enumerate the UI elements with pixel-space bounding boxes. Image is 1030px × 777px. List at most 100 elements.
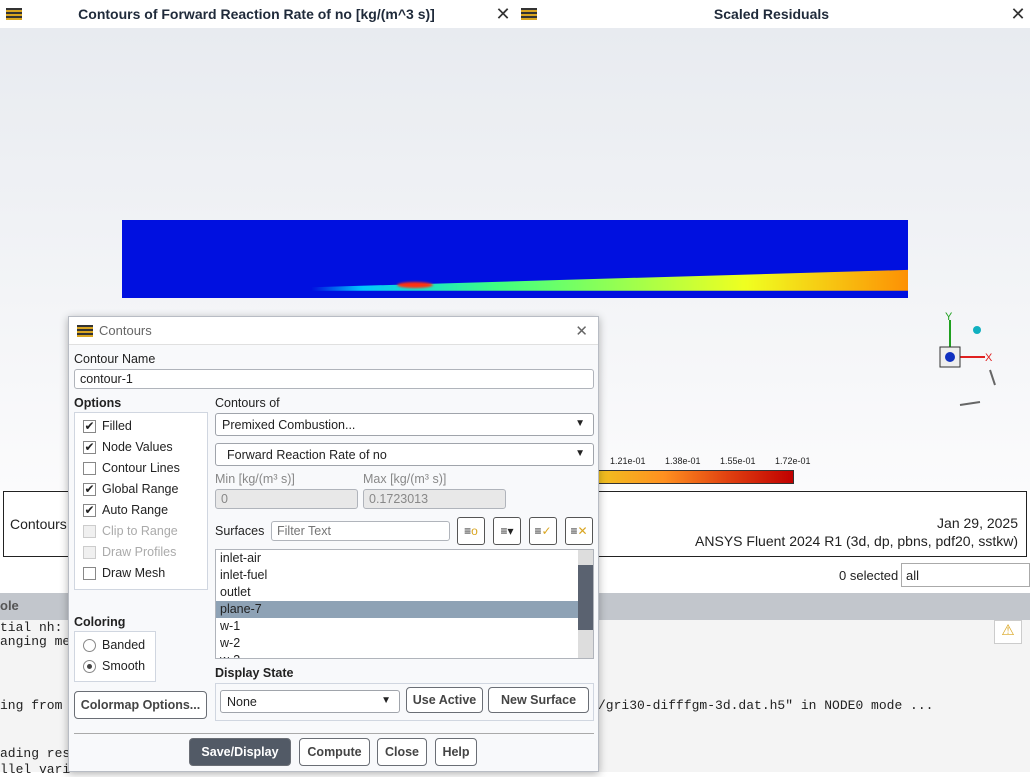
surface-item[interactable]: w-2 xyxy=(216,635,578,652)
selection-filter-value: all xyxy=(906,568,920,583)
svg-text:Y: Y xyxy=(945,311,953,323)
surface-item[interactable]: plane-7 xyxy=(216,601,578,618)
checkbox-label: Node Values xyxy=(102,440,173,454)
save-display-button[interactable]: Save/Display xyxy=(189,738,291,766)
checkbox-label: Clip to Range xyxy=(102,524,178,538)
checkbox-icon: ✔ xyxy=(83,502,96,517)
dropdown-arrow-icon: ▼ xyxy=(575,418,585,429)
selection-filter[interactable]: all xyxy=(901,563,1030,587)
fluent-logo-icon xyxy=(77,324,93,337)
dropdown-arrow-icon: ▼ xyxy=(381,695,391,706)
radio-smooth[interactable]: Smooth xyxy=(83,659,145,673)
checkbox-icon: ✔ xyxy=(83,481,96,496)
colorbar-label: 1.21e-01 xyxy=(610,456,646,466)
close-button[interactable]: Close xyxy=(377,738,427,766)
deselect-all-icon[interactable]: ≡✕ xyxy=(565,517,593,545)
surface-item[interactable]: w-3 xyxy=(216,652,578,658)
checkbox-icon xyxy=(83,566,96,580)
contour-name-input[interactable]: contour-1 xyxy=(74,369,594,389)
max-input[interactable]: 0.1723013 xyxy=(363,489,506,509)
surface-item[interactable]: w-1 xyxy=(216,618,578,635)
console-title: ole xyxy=(0,598,19,613)
select-all-icon[interactable]: ≡✓ xyxy=(529,517,557,545)
colorbar xyxy=(598,470,794,484)
button-label: Colormap Options... xyxy=(80,698,201,712)
options-label: Options xyxy=(74,396,122,410)
checkbox-label: Draw Profiles xyxy=(102,545,177,559)
filter-menu-icon[interactable]: ≡▾ xyxy=(493,517,521,545)
close-icon[interactable]: ✕ xyxy=(491,4,515,25)
select-by-group-icon[interactable]: ≡o xyxy=(457,517,485,545)
compute-button[interactable]: Compute xyxy=(299,738,370,766)
option-draw-profiles-checkbox[interactable]: Draw Profiles xyxy=(83,545,176,559)
close-icon[interactable]: ✕ xyxy=(1006,4,1030,25)
radio-label: Banded xyxy=(102,638,146,652)
console-line: /gri30-difffgm-3d.dat.h5" in NODE0 mode … xyxy=(598,698,934,713)
tab-title: Contours of Forward Reaction Rate of no … xyxy=(78,6,435,22)
checkbox-label: Auto Range xyxy=(102,503,169,517)
console-line: ading res xyxy=(0,746,71,761)
svg-text:X: X xyxy=(985,352,993,364)
surface-filter-input[interactable] xyxy=(271,521,450,541)
button-label: Close xyxy=(384,745,420,759)
button-label: Use Active xyxy=(412,693,477,707)
help-button[interactable]: Help xyxy=(435,738,477,766)
new-surface-button[interactable]: New Surface xyxy=(488,687,589,713)
tab-contours[interactable]: Contours of Forward Reaction Rate of no … xyxy=(0,0,515,28)
scrollbar[interactable] xyxy=(578,550,593,658)
option-contour-lines-checkbox[interactable]: Contour Lines xyxy=(83,461,180,475)
display-state-select[interactable]: None ▼ xyxy=(220,690,400,713)
surface-item[interactable]: inlet-air xyxy=(216,550,578,567)
close-icon[interactable]: ✕ xyxy=(575,322,588,340)
checkbox-icon: ✔ xyxy=(83,418,96,433)
button-label: Compute xyxy=(307,745,362,759)
category-select[interactable]: Premixed Combustion... ▼ xyxy=(215,413,594,436)
surfaces-label: Surfaces xyxy=(215,524,265,538)
select-value: Premixed Combustion... xyxy=(222,418,356,432)
radio-label: Smooth xyxy=(102,659,146,673)
options-group: ✔ Filled ✔ Node Values Contour Lines ✔ Global … xyxy=(74,412,208,590)
axis-triad-icon[interactable]: Y X xyxy=(935,310,1005,410)
min-input[interactable]: 0 xyxy=(215,489,358,509)
display-state-group: None ▼ Use Active New Surface xyxy=(215,683,594,721)
use-active-button[interactable]: Use Active xyxy=(406,687,483,713)
warning-icon[interactable]: ⚠ xyxy=(994,620,1022,644)
option-clip-to-range-checkbox[interactable]: Clip to Range xyxy=(83,524,178,538)
checkbox-icon: ✔ xyxy=(83,439,96,454)
checkbox-icon xyxy=(83,524,96,538)
colormap-options-button[interactable]: Colormap Options... xyxy=(74,691,207,719)
variable-select[interactable]: Forward Reaction Rate of no ▼ xyxy=(215,443,594,466)
info-date: Jan 29, 2025 xyxy=(937,515,1018,531)
checkbox-label: Draw Mesh xyxy=(102,566,166,580)
console-line: tial nh: xyxy=(0,620,63,635)
checkbox-label: Contour Lines xyxy=(102,461,180,475)
dialog-title: Contours xyxy=(99,323,152,338)
surface-item[interactable]: inlet-fuel xyxy=(216,567,578,584)
option-node-values-checkbox[interactable]: ✔ Node Values xyxy=(83,440,173,454)
max-value: 0.1723013 xyxy=(369,492,429,506)
contour-plot xyxy=(122,220,908,298)
option-global-range-checkbox[interactable]: ✔ Global Range xyxy=(83,482,178,496)
select-value: None xyxy=(227,695,257,709)
checkbox-icon xyxy=(83,545,96,559)
surfaces-list[interactable]: inlet-airinlet-fueloutletplane-7w-1w-2w-… xyxy=(215,549,594,659)
info-version: ANSYS Fluent 2024 R1 (3d, dp, pbns, pdf2… xyxy=(695,533,1018,549)
option-filled-checkbox[interactable]: ✔ Filled xyxy=(83,419,132,433)
colorbar-label: 1.55e-01 xyxy=(720,456,756,466)
dropdown-arrow-icon: ▼ xyxy=(575,448,585,459)
info-title: Contours xyxy=(10,516,67,532)
contour-name-label: Contour Name xyxy=(74,352,156,366)
divider xyxy=(74,733,594,734)
display-state-label: Display State xyxy=(215,666,294,680)
surface-item[interactable]: outlet xyxy=(216,584,578,601)
tab-scaled-residuals[interactable]: Scaled Residuals ✕ xyxy=(515,0,1030,28)
button-label: New Surface xyxy=(500,693,577,707)
tab-title: Scaled Residuals xyxy=(713,6,830,22)
option-draw-mesh-checkbox[interactable]: Draw Mesh xyxy=(83,566,165,580)
min-value: 0 xyxy=(221,492,228,506)
console-line: anging me xyxy=(0,634,71,649)
radio-banded[interactable]: Banded xyxy=(83,638,145,652)
console-line: ing from / xyxy=(0,698,79,713)
option-auto-range-checkbox[interactable]: ✔ Auto Range xyxy=(83,503,168,517)
fluent-logo-icon xyxy=(6,8,22,20)
